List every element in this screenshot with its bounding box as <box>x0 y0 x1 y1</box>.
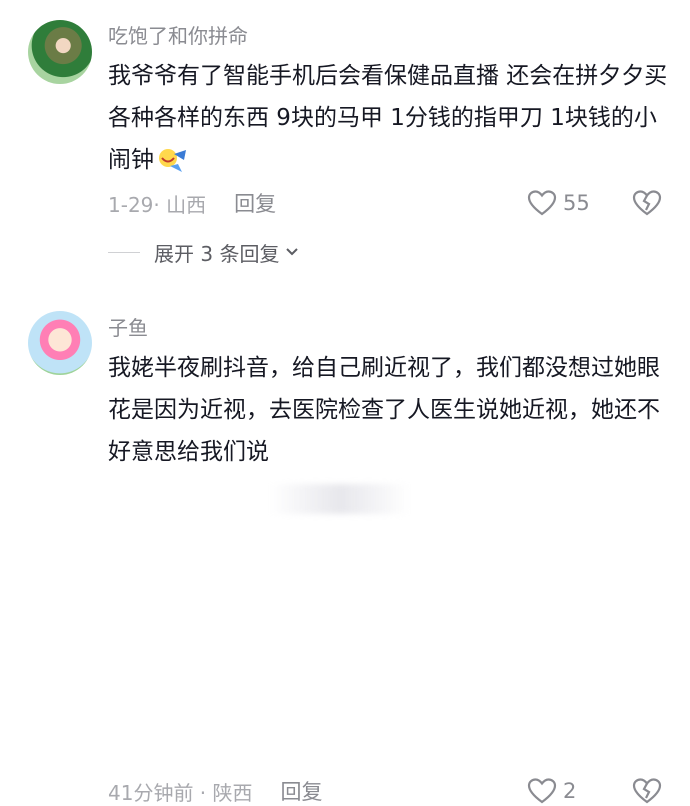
comment-meta: 1-29· 山西 回复 <box>108 189 276 217</box>
laughing-sticker-icon <box>159 148 186 172</box>
expand-replies-button[interactable]: 展开 3 条回复 <box>108 238 299 266</box>
comment-meta: 41分钟前 · 陕西 回复 <box>108 777 323 805</box>
heart-icon <box>527 190 557 216</box>
comment-timestamp: 1-29· 山西 <box>108 192 207 217</box>
reply-button[interactable]: 回复 <box>281 776 323 806</box>
divider <box>108 251 140 253</box>
like-button[interactable]: 2 <box>527 776 576 806</box>
expand-replies-label: 展开 3 条回复 <box>154 241 280 266</box>
avatar[interactable] <box>28 311 92 375</box>
like-count: 2 <box>563 779 577 803</box>
broken-heart-icon[interactable] <box>632 189 662 217</box>
comment-text: 我爷爷有了智能手机后会看保健品直播 还会在拼夕夕买各种各样的东西 9块的马甲 1… <box>108 55 673 181</box>
like-button[interactable]: 55 <box>527 188 590 218</box>
broken-heart-icon[interactable] <box>632 777 662 805</box>
blur-overlay <box>270 484 410 514</box>
comment-text-content: 我爷爷有了智能手机后会看保健品直播 还会在拼夕夕买各种各样的东西 9块的马甲 1… <box>108 63 668 173</box>
comment-text: 我姥半夜刷抖音，给自己刷近视了，我们都没想过她眼花是因为近视，去医院检查了人医生… <box>108 355 660 465</box>
comment-username[interactable]: 吃饱了和你拼命 <box>108 20 248 49</box>
avatar[interactable] <box>28 20 92 84</box>
comment-timestamp: 41分钟前 · 陕西 <box>108 780 253 805</box>
reply-button[interactable]: 回复 <box>234 188 276 218</box>
comment-username[interactable]: 子鱼 <box>108 312 148 341</box>
chevron-down-icon <box>286 248 299 256</box>
like-count: 55 <box>563 191 590 215</box>
heart-icon <box>527 778 557 804</box>
